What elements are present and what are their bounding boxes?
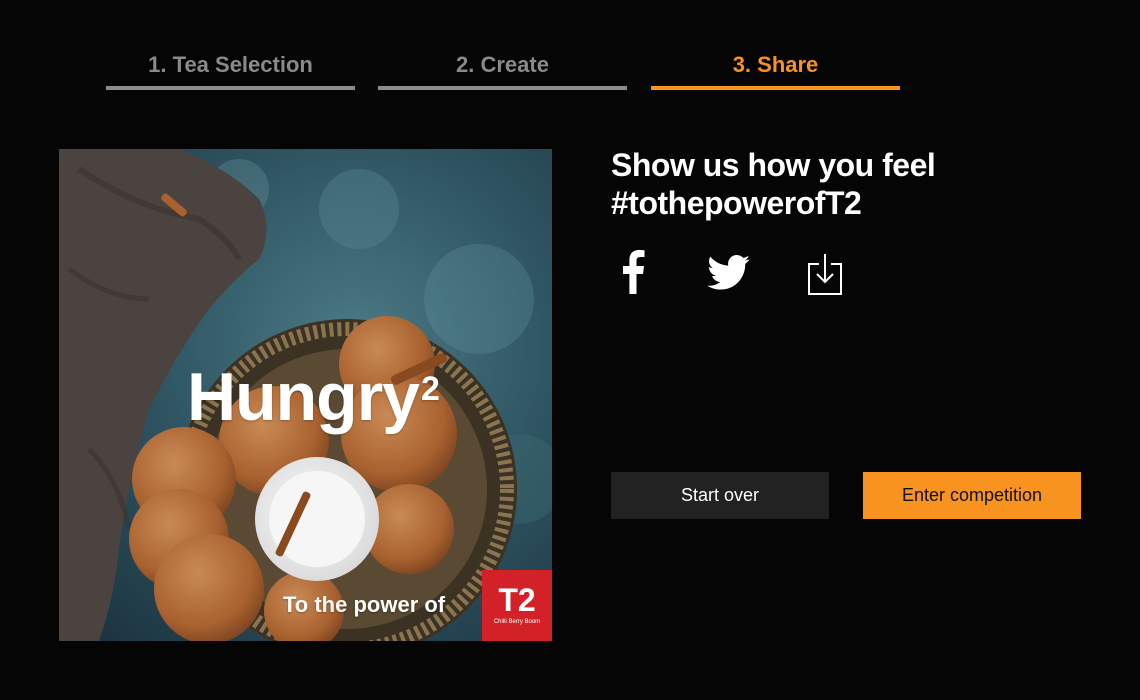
t2-brand-badge: T2 Chilli Berry Boom xyxy=(482,570,552,641)
enter-competition-button[interactable]: Enter competition xyxy=(863,472,1081,519)
step-progress-bar xyxy=(378,86,627,90)
facebook-icon[interactable] xyxy=(621,250,645,299)
card-superscript: 2 xyxy=(421,370,440,408)
step-progress-bar xyxy=(106,86,355,90)
share-headline: Show us how you feel #tothepowerofT2 xyxy=(611,146,1071,222)
start-over-button[interactable]: Start over xyxy=(611,472,829,519)
share-icon-row xyxy=(611,250,911,300)
step-navigation: 1. Tea Selection 2. Create 3. Share xyxy=(106,50,900,90)
share-headline-line1: Show us how you feel xyxy=(611,147,936,183)
step-progress-bar xyxy=(651,86,900,90)
card-tagline: To the power of xyxy=(283,592,446,617)
card-headline: Hungry2 xyxy=(187,359,440,435)
step-tea-selection[interactable]: 1. Tea Selection xyxy=(106,50,355,90)
share-hashtag: #tothepowerofT2 xyxy=(611,185,862,221)
step-share[interactable]: 3. Share xyxy=(651,50,900,90)
twitter-icon[interactable] xyxy=(707,255,751,296)
brand-logo-text: T2 xyxy=(498,582,536,618)
generated-share-image: Hungry2 To the power of T2 Chilli Berry … xyxy=(59,149,552,641)
step-create[interactable]: 2. Create xyxy=(378,50,627,90)
tea-flavour-label: Chilli Berry Boom xyxy=(493,619,541,625)
step-label: 1. Tea Selection xyxy=(148,52,313,77)
download-icon[interactable] xyxy=(807,252,843,301)
step-label: 3. Share xyxy=(732,52,819,77)
step-label: 2. Create xyxy=(456,52,549,77)
